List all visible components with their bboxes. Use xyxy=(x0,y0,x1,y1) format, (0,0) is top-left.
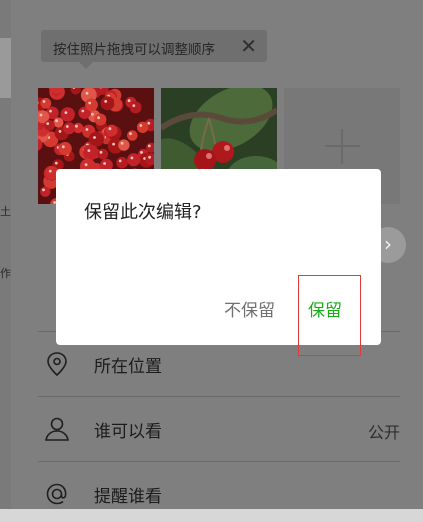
drag-tip-text: 按住照片拖拽可以调整顺序 xyxy=(53,42,215,58)
previous-screen-glyph: 土 xyxy=(0,205,11,218)
person-icon xyxy=(45,417,69,441)
at-icon xyxy=(46,483,67,505)
highlight-box xyxy=(298,275,361,356)
previous-screen-glyph: 作 xyxy=(0,267,11,280)
close-icon[interactable]: ✕ xyxy=(240,34,257,58)
visibility-value: 公开 xyxy=(367,423,400,442)
divider xyxy=(38,461,400,462)
divider xyxy=(38,396,400,397)
dialog-title: 保留此次编辑? xyxy=(84,202,202,223)
previous-screen-edge: 土 作 xyxy=(0,0,11,509)
location-icon xyxy=(47,352,67,377)
list-item-mention[interactable]: 提醒谁看 xyxy=(11,466,423,522)
drag-tip: 按住照片拖拽可以调整顺序 ✕ xyxy=(41,30,267,69)
list-item-visibility[interactable]: 谁可以看 公开 xyxy=(11,401,423,457)
discard-button[interactable]: 不保留 xyxy=(224,296,275,321)
visibility-label: 谁可以看 xyxy=(94,422,162,442)
mention-label: 提醒谁看 xyxy=(94,487,162,507)
previous-screen-band xyxy=(0,38,11,98)
location-label: 所在位置 xyxy=(94,357,162,377)
